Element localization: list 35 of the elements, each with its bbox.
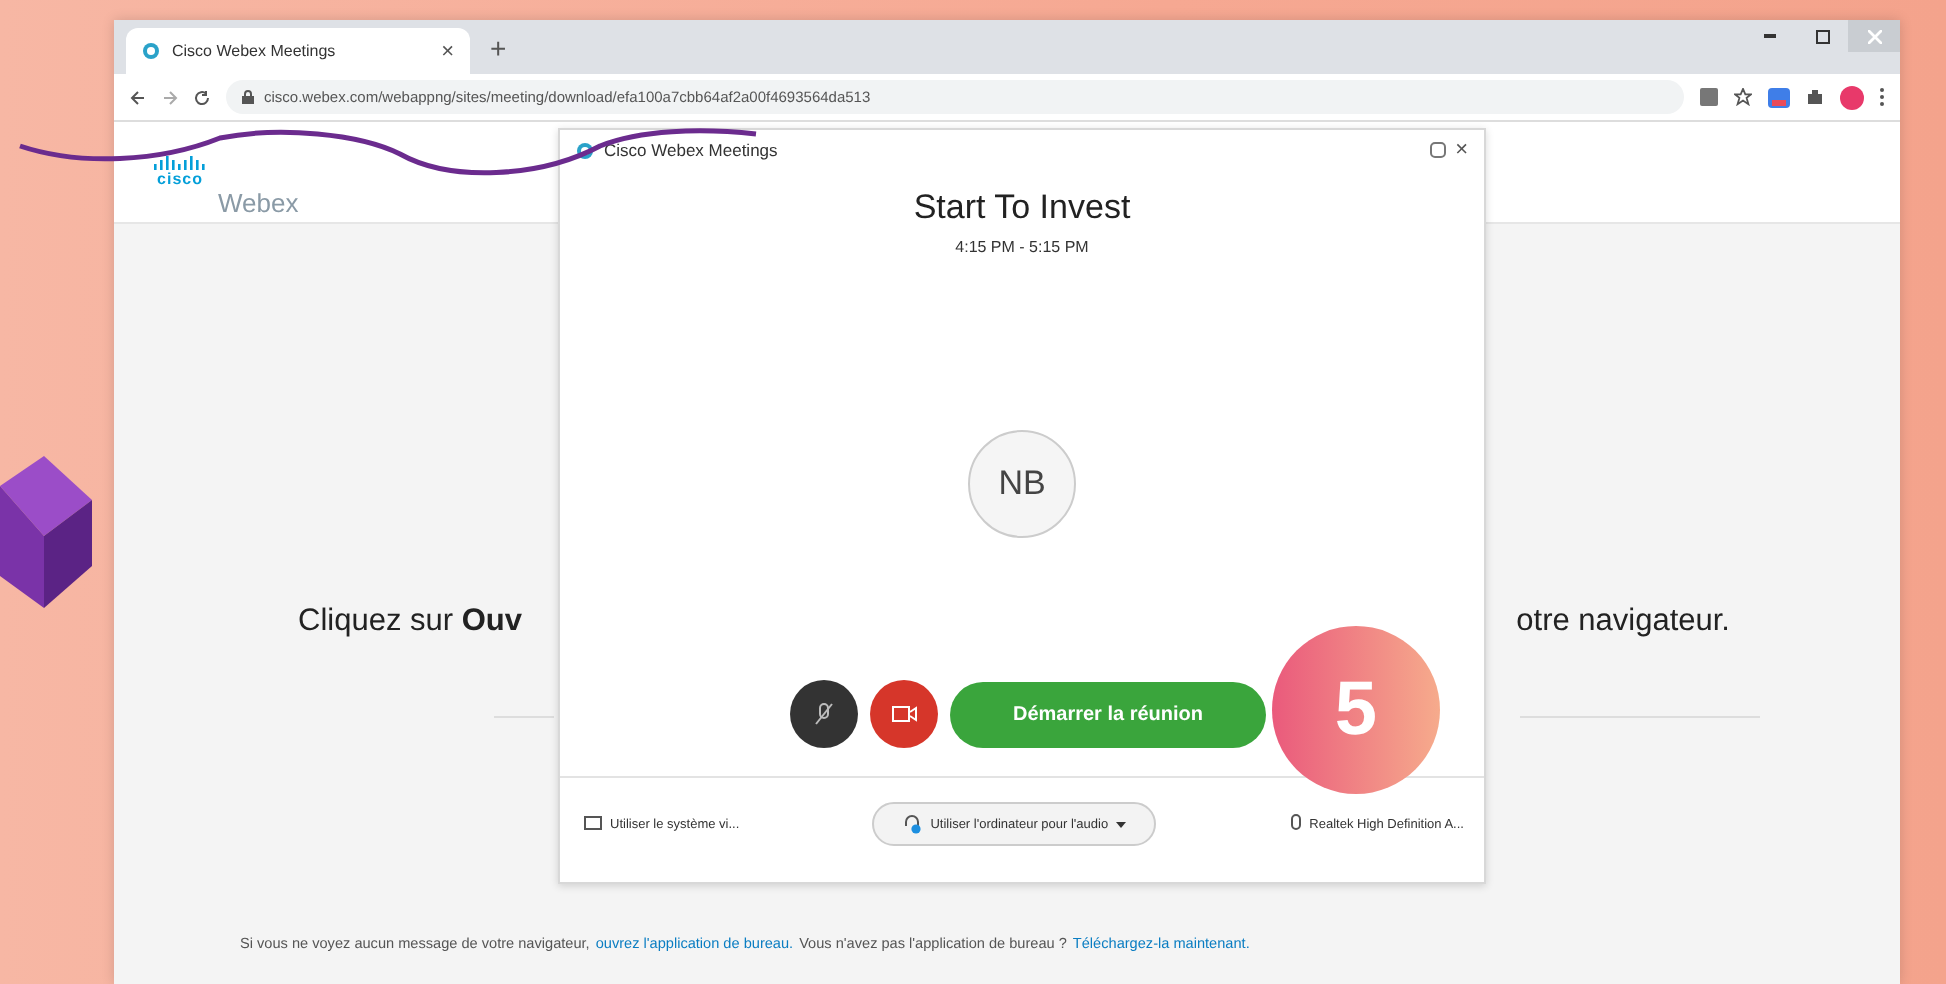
close-dialog-button[interactable]: × xyxy=(1455,138,1468,162)
instruction-text: Cliquez sur Ouv xyxy=(298,604,522,640)
new-tab-button[interactable]: + xyxy=(490,31,507,63)
instruction-text: otre navigateur. xyxy=(1516,604,1730,640)
minimize-icon xyxy=(1764,34,1776,38)
reload-icon xyxy=(194,89,210,105)
microphone-icon xyxy=(1289,814,1302,834)
webex-logo-icon xyxy=(142,42,160,60)
help-icon xyxy=(1429,142,1446,158)
star-icon xyxy=(1734,88,1752,106)
caret-icon xyxy=(1116,821,1127,827)
avatar: NB xyxy=(968,430,1076,538)
camera-icon xyxy=(891,704,917,724)
close-tab-button[interactable]: × xyxy=(441,39,454,63)
logo-name: Webex xyxy=(218,188,299,218)
mute-button[interactable] xyxy=(790,680,858,748)
lock-icon xyxy=(242,90,254,104)
cisco-logo: cisco xyxy=(154,156,206,188)
browser-tab[interactable]: Cisco Webex Meetings × xyxy=(126,28,470,74)
forward-icon xyxy=(162,89,178,105)
meeting-time: 4:15 PM - 5:15 PM xyxy=(953,238,1091,256)
close-icon xyxy=(1867,29,1881,43)
back-icon xyxy=(130,89,146,105)
webex-logo-icon xyxy=(576,141,594,159)
headset-icon xyxy=(902,814,923,834)
meeting-title: Start To Invest xyxy=(911,188,1133,228)
dialog-title: Cisco Webex Meetings xyxy=(604,140,780,160)
video-button[interactable] xyxy=(870,680,938,748)
bars-icon xyxy=(154,156,206,170)
screen-icon xyxy=(584,816,602,832)
tab-title: Cisco Webex Meetings xyxy=(172,42,338,60)
profile-avatar-icon xyxy=(1840,85,1864,109)
muted-microphone-icon xyxy=(814,702,834,726)
maximize-icon xyxy=(1815,29,1829,43)
extension-icon xyxy=(1768,87,1790,107)
